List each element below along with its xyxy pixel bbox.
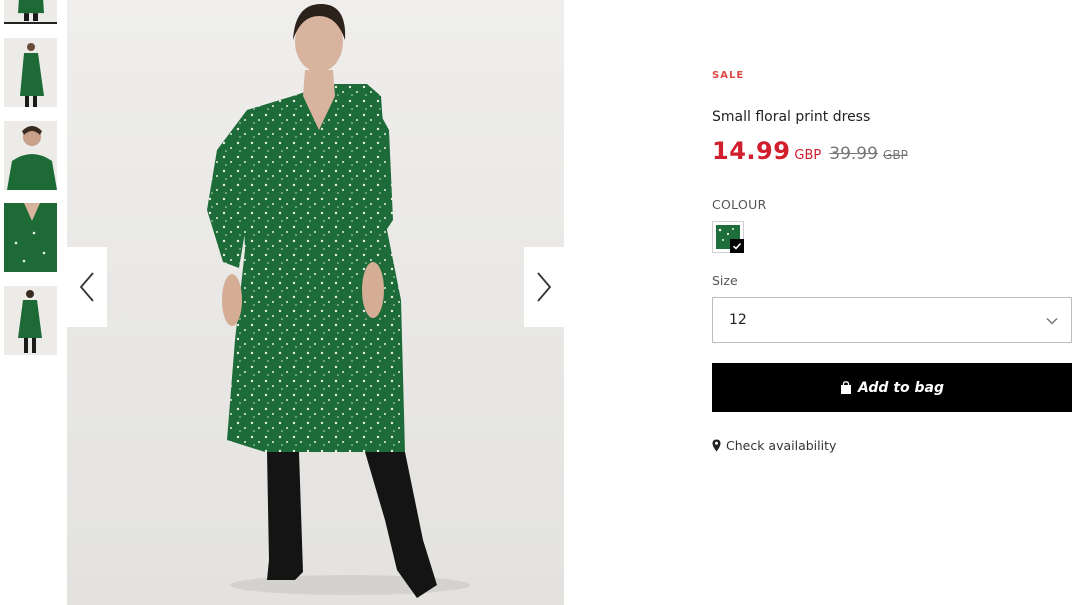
thumbnail-2[interactable] [4, 38, 57, 107]
current-currency: GBP [794, 148, 822, 163]
chevron-left-icon [79, 272, 94, 302]
check-availability-link[interactable]: Check availability [712, 438, 836, 453]
sale-badge: SALE [712, 70, 745, 81]
price-block: 14.99 GBP 39.99 GBP [712, 137, 908, 165]
check-availability-label: Check availability [726, 438, 837, 453]
location-pin-icon [712, 439, 721, 452]
product-title: Small floral print dress [712, 109, 871, 125]
checkmark-icon [730, 239, 744, 253]
colour-swatch-green[interactable] [712, 221, 744, 253]
thumbnail-1[interactable] [4, 0, 57, 24]
original-price: 39.99 [829, 144, 878, 164]
size-select[interactable]: 12 [712, 297, 1072, 343]
size-label: Size [712, 273, 738, 288]
model-photo [67, 0, 564, 605]
add-to-bag-label: Add to bag [858, 379, 944, 396]
original-currency: GBP [883, 148, 908, 162]
current-price: 14.99 [712, 137, 791, 165]
thumbnail-3[interactable] [4, 121, 57, 190]
add-to-bag-button[interactable]: Add to bag [712, 363, 1072, 412]
product-main-image [67, 0, 564, 605]
thumbnail-5[interactable] [4, 286, 57, 355]
next-image-button[interactable] [524, 247, 564, 327]
chevron-right-icon [537, 272, 552, 302]
chevron-down-icon [1046, 317, 1058, 325]
colour-label: COLOUR [712, 197, 767, 212]
shopping-bag-icon [841, 381, 851, 394]
thumbnail-4[interactable] [4, 203, 57, 272]
size-selected-value: 12 [729, 312, 747, 328]
previous-image-button[interactable] [67, 247, 107, 327]
